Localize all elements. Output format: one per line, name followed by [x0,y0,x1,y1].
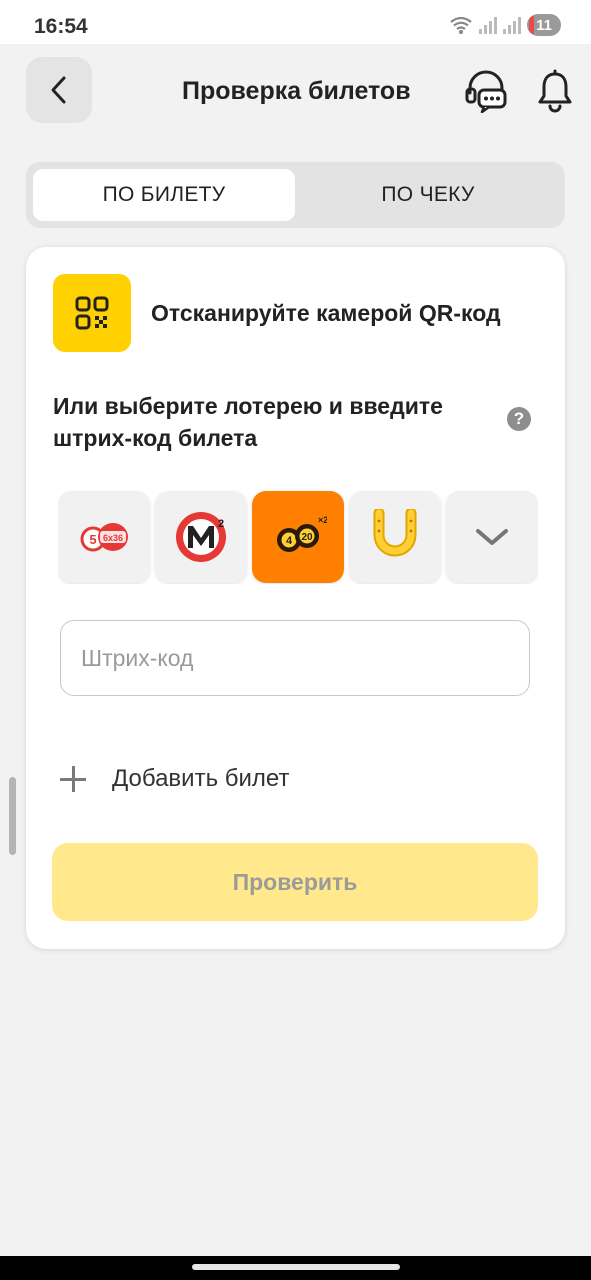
svg-text:×2: ×2 [318,515,327,525]
plus-icon [60,766,86,792]
balls-4-20-icon: 4 20 ×2 [277,515,327,552]
moscow-m2-icon: 2 [176,512,226,562]
choose-lottery-label: Или выберите лотерею и введите штрих-код… [53,393,443,451]
lottery-option-bingo[interactable]: 5 6x36 [58,491,150,583]
chevron-left-icon [51,76,66,104]
bingo-balls-icon: 5 6x36 [80,523,128,552]
check-button[interactable]: Проверить [52,843,538,921]
lottery-option-4-20[interactable]: 4 20 ×2 [252,491,344,583]
check-mode-tabs: ПО БИЛЕТУ ПО ЧЕКУ [26,162,565,228]
svg-text:5: 5 [89,532,96,547]
wifi-icon [450,16,472,34]
svg-text:2: 2 [218,518,224,530]
lottery-more-button[interactable] [446,491,538,583]
battery-indicator: 11 [527,14,561,36]
svg-text:6x36: 6x36 [103,533,123,543]
back-button[interactable] [26,57,92,123]
headset-chat-icon [465,70,507,114]
top-bar: Проверка билетов [0,44,591,140]
chevron-down-icon [476,529,508,545]
svg-text:20: 20 [301,532,313,543]
signal-icon-2 [503,16,521,34]
tab-by-receipt[interactable]: ПО ЧЕКУ [298,169,558,221]
status-bar: 16:54 11 [0,0,591,44]
support-chat-button[interactable] [464,69,508,114]
lottery-option-m2[interactable]: 2 [155,491,247,583]
signal-icon [479,16,497,34]
page-title: Проверка билетов [182,77,411,105]
add-ticket-button[interactable]: Добавить билет [60,759,289,799]
scroll-indicator [9,777,16,855]
lottery-option-horseshoe[interactable] [349,491,441,583]
system-nav-bar [0,1256,591,1280]
svg-text:4: 4 [286,535,293,547]
barcode-field[interactable] [60,620,530,696]
home-gesture-handle[interactable] [192,1264,400,1270]
ticket-check-card: Отсканируйте камерой QR-код Или выберите… [26,247,565,949]
battery-level: 11 [536,16,552,34]
scan-qr-label[interactable]: Отсканируйте камерой QR-код [151,300,501,327]
lottery-selector: 5 6x36 2 4 20 ×2 [58,490,538,584]
status-time: 16:54 [34,15,88,38]
tab-by-ticket[interactable]: ПО БИЛЕТУ [33,169,295,221]
help-icon[interactable]: ? [507,407,531,431]
bell-icon [538,69,572,113]
horseshoe-icon [373,509,417,557]
notifications-button[interactable] [535,69,575,113]
qr-code-icon [75,296,109,330]
status-icons: 11 [449,14,561,36]
qr-scan-button[interactable] [53,274,131,352]
barcode-input[interactable] [79,643,503,673]
add-ticket-label: Добавить билет [112,765,290,792]
